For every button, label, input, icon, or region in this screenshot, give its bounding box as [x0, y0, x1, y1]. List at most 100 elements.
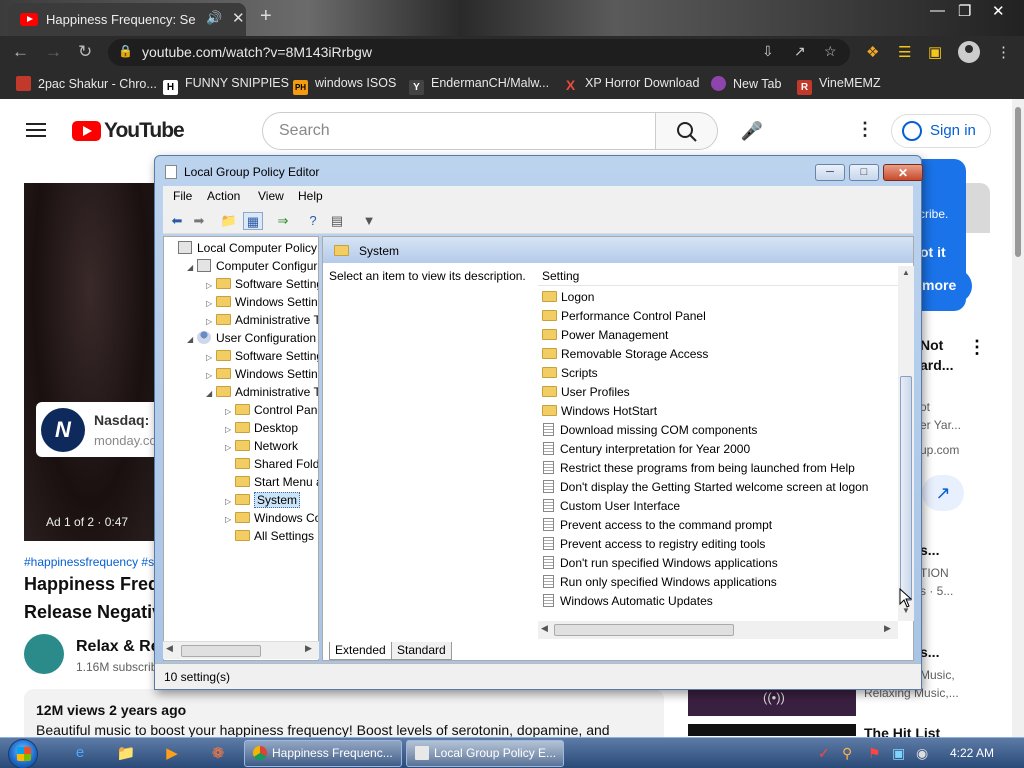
page-scrollbar[interactable]: [1012, 99, 1024, 737]
close-button[interactable]: ✕: [883, 164, 923, 181]
tree-node[interactable]: ▷ Administrative Te: [206, 311, 318, 329]
menu-action[interactable]: Action: [207, 189, 240, 203]
scroll-right-icon[interactable]: ▶: [884, 623, 891, 634]
settings-horizontal-scrollbar[interactable]: ◀ ▶: [538, 621, 898, 639]
bookmark-star-icon[interactable]: ☆: [824, 43, 837, 60]
taskbar-chrome-button[interactable]: Happiness Frequenc...: [244, 740, 402, 767]
tree-node[interactable]: ▷ System: [225, 491, 301, 509]
tree-node[interactable]: Shared Folder: [225, 455, 318, 473]
tab-close-icon[interactable]: ✕: [232, 9, 245, 27]
up-folder-icon[interactable]: 📁: [219, 212, 239, 230]
tree-node[interactable]: ▷ Windows Cor: [225, 509, 318, 527]
side-panel-icon[interactable]: ▣: [928, 43, 942, 61]
scroll-left-icon[interactable]: ◀: [166, 643, 173, 654]
scroll-up-icon[interactable]: ▲: [902, 268, 910, 277]
tray-volume-icon[interactable]: ◉: [916, 745, 928, 762]
lock-icon[interactable]: 🔒: [118, 44, 133, 58]
ad-card[interactable]: N Nasdaq: N monday.co: [36, 402, 166, 457]
scroll-left-icon[interactable]: ◀: [541, 623, 548, 634]
policy-setting-row[interactable]: Custom User Interface: [538, 497, 680, 516]
tab-extended[interactable]: Extended: [329, 642, 392, 660]
collapse-icon[interactable]: ◢: [206, 385, 216, 403]
side-video-title[interactable]: ard...: [920, 357, 953, 373]
tree-node[interactable]: All Settings: [225, 527, 314, 545]
youtube-wordmark[interactable]: YouTube: [104, 119, 185, 143]
share-icon[interactable]: ↗: [794, 43, 806, 60]
reload-icon[interactable]: ↻: [78, 42, 92, 62]
setting-folder-row[interactable]: Windows HotStart: [538, 402, 657, 421]
policy-setting-row[interactable]: Run only specified Windows applications: [538, 573, 777, 592]
scrollbar-thumb[interactable]: [1015, 107, 1021, 257]
tray-flag-icon[interactable]: ⚑: [868, 745, 881, 762]
bookmark-item[interactable]: H FUNNY SNIPPIES: [163, 76, 289, 95]
tree-node[interactable]: ▷ Windows Setting: [206, 365, 318, 383]
help-icon[interactable]: ?: [303, 212, 323, 230]
scroll-right-icon[interactable]: ▶: [305, 643, 312, 654]
media-player-icon[interactable]: ▶: [162, 744, 182, 762]
hamburger-menu-icon[interactable]: [26, 123, 46, 137]
collapse-icon[interactable]: ◢: [187, 331, 197, 349]
start-button[interactable]: [8, 739, 38, 768]
forward-arrow-icon[interactable]: ➡: [189, 212, 209, 230]
setting-folder-row[interactable]: Logon: [538, 288, 594, 307]
tray-check-icon[interactable]: ✓: [818, 745, 830, 762]
taskbar-gpe-button[interactable]: Local Group Policy E...: [406, 740, 564, 767]
scrollbar-thumb[interactable]: [900, 376, 912, 601]
tree-horizontal-scrollbar[interactable]: ◀ ▶: [163, 641, 319, 659]
tree-node[interactable]: Start Menu ar: [225, 473, 318, 491]
show-hide-tree-icon[interactable]: ▦: [243, 212, 263, 230]
internet-explorer-icon[interactable]: e: [70, 744, 90, 762]
system-clock[interactable]: 4:22 AM: [950, 746, 994, 760]
search-input[interactable]: Search: [262, 112, 656, 150]
channel-avatar[interactable]: [24, 634, 64, 674]
bookmark-item[interactable]: Y EndermanCH/Malw...: [409, 76, 549, 95]
tree-node[interactable]: ◢ Administrative Te: [206, 383, 318, 403]
setting-folder-row[interactable]: Performance Control Panel: [538, 307, 706, 326]
policy-setting-row[interactable]: Don't run specified Windows applications: [538, 554, 778, 573]
tree-node[interactable]: ▷ Windows Setting: [206, 293, 318, 311]
scrollbar-thumb[interactable]: [554, 624, 734, 636]
export-list-icon[interactable]: ⇒: [273, 212, 293, 230]
forward-icon[interactable]: →: [45, 42, 62, 62]
policy-setting-row[interactable]: Restrict these programs from being launc…: [538, 459, 855, 478]
setting-folder-row[interactable]: Removable Storage Access: [538, 345, 708, 364]
install-icon[interactable]: ⇩: [762, 43, 774, 60]
tab-standard[interactable]: Standard: [391, 642, 452, 660]
policy-setting-row[interactable]: Prevent access to registry editing tools: [538, 535, 765, 554]
back-icon[interactable]: ←: [12, 42, 29, 62]
tree-node[interactable]: Local Computer Policy: [168, 239, 317, 257]
policy-setting-row[interactable]: Prevent access to the command prompt: [538, 516, 772, 535]
minimize-icon[interactable]: —: [930, 2, 945, 19]
settings-vertical-scrollbar[interactable]: ▲ ▼: [898, 266, 914, 621]
column-header-setting[interactable]: Setting: [538, 266, 898, 286]
menu-file[interactable]: File: [173, 189, 192, 203]
browser-tab[interactable]: Happiness Frequency: Serot... 🔊 ✕: [8, 3, 246, 36]
tree-node[interactable]: ▷Software Settings: [206, 347, 318, 365]
video-hashtags[interactable]: #happinessfrequency #s: [24, 555, 154, 569]
bookmark-item[interactable]: 2pac Shakur - Chro...: [16, 76, 157, 91]
setting-folder-row[interactable]: Scripts: [538, 364, 598, 383]
video-player[interactable]: [24, 183, 156, 541]
tree-node[interactable]: ◢ User Configuration: [187, 329, 316, 347]
side-thumbnail[interactable]: [688, 724, 856, 736]
side-video-title[interactable]: The Hit List: [864, 725, 940, 737]
collapse-icon[interactable]: ◢: [187, 259, 197, 277]
minimize-button[interactable]: ─: [815, 164, 845, 181]
tree-node[interactable]: ▷ Desktop: [225, 419, 298, 437]
more-options-icon[interactable]: ⋮: [856, 119, 874, 140]
bookmark-item[interactable]: X XP Horror Download: [563, 76, 700, 93]
back-arrow-icon[interactable]: ⬅: [167, 212, 187, 230]
bookmark-item[interactable]: New Tab: [711, 76, 781, 91]
tree-node[interactable]: ◢ Computer Configura: [187, 257, 318, 277]
window-close-icon[interactable]: ✕: [992, 2, 1005, 20]
setting-folder-row[interactable]: User Profiles: [538, 383, 630, 402]
tree-node[interactable]: ▷Software Settings: [206, 275, 318, 293]
side-video-title[interactable]: Not: [920, 337, 943, 353]
chrome-menu-icon[interactable]: ⋮: [996, 43, 1011, 61]
scrollbar-thumb[interactable]: [181, 645, 261, 657]
external-link-icon[interactable]: ↗: [922, 475, 964, 511]
search-button[interactable]: [655, 112, 718, 150]
more-options-icon[interactable]: ⋮: [968, 337, 986, 358]
address-bar[interactable]: 🔒 youtube.com/watch?v=8M143iRrbgw ⇩ ↗ ☆: [108, 39, 850, 66]
extensions-icon[interactable]: ❖: [866, 43, 879, 61]
